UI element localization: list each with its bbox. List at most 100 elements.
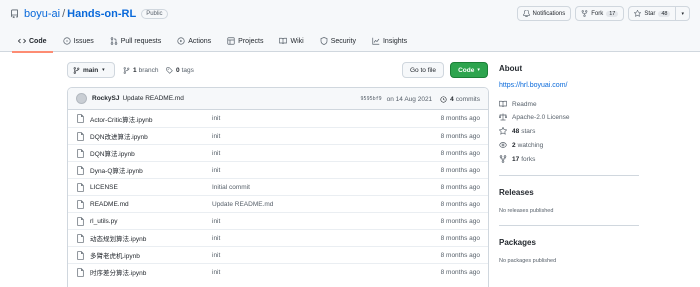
watchers-link[interactable]: 2 watching <box>499 141 543 149</box>
star-label: Star <box>644 10 656 17</box>
file-icon <box>77 132 84 141</box>
notifications-button[interactable]: Notifications <box>516 6 572 21</box>
about-heading: About <box>499 64 523 73</box>
branch-select-button[interactable]: main ▾ <box>67 62 115 78</box>
file-commit-message-link[interactable]: init <box>212 218 220 225</box>
go-to-file-button[interactable]: Go to file <box>402 62 444 78</box>
repo-name-link[interactable]: Hands-on-RL <box>67 8 136 20</box>
file-age: 8 months ago <box>440 115 480 122</box>
readme-link[interactable]: Readme <box>499 100 537 108</box>
star-icon <box>634 10 642 17</box>
file-commit-message-link[interactable]: init <box>212 235 220 242</box>
file-commit-message-link[interactable]: Update README.md <box>212 201 273 208</box>
branch-count: 1 <box>133 66 137 74</box>
repo-icon <box>11 9 18 19</box>
file-name-link[interactable]: Actor-Critic算法.ipynb <box>90 114 152 124</box>
star-icon <box>499 127 507 135</box>
avatar[interactable] <box>76 93 87 104</box>
file-commit-message-link[interactable]: init <box>212 150 220 157</box>
history-icon <box>440 95 447 103</box>
graph-icon <box>372 37 380 45</box>
branch-name: main <box>83 66 99 74</box>
stars-link[interactable]: 48 stars <box>499 127 535 135</box>
file-age: 8 months ago <box>440 217 480 225</box>
repo-tabs: Code Issues Pull requests Actions Projec… <box>10 30 415 53</box>
forks-link[interactable]: 17 forks <box>499 155 535 163</box>
readme-label: Readme <box>512 100 537 108</box>
file-name-link[interactable]: LICENSE <box>90 184 118 191</box>
tab-security[interactable]: Security <box>312 30 364 52</box>
shield-icon <box>320 37 328 45</box>
tag-word: tags <box>181 66 194 74</box>
fork-button[interactable]: Fork 17 <box>575 6 625 21</box>
file-commit-message-link[interactable]: init <box>212 269 220 276</box>
file-name-link[interactable]: DQN算法.ipynb <box>90 148 135 158</box>
branch-word: branch <box>138 66 159 74</box>
file-commit-message-link[interactable]: init <box>212 167 220 174</box>
file-name-link[interactable]: DQN改进算法.ipynb <box>90 131 148 141</box>
file-commit-message-link[interactable]: init <box>212 252 220 259</box>
caret-down-icon: ▾ <box>477 67 480 73</box>
license-link[interactable]: Apache-2.0 License <box>499 113 569 121</box>
packages-heading[interactable]: Packages <box>499 238 536 247</box>
file-age: 8 months ago <box>440 132 480 140</box>
commit-sha-link[interactable]: 9595bf9 <box>361 96 382 102</box>
file-list: Actor-Critic算法.ipynb init 8 months ago D… <box>68 110 488 280</box>
tab-wiki[interactable]: Wiki <box>271 30 311 52</box>
tag-count: 0 <box>176 66 180 74</box>
file-name-link[interactable]: README.md <box>90 201 129 208</box>
file-icon <box>77 234 84 243</box>
repo-owner-link[interactable]: boyu-ai <box>24 8 60 20</box>
file-name-link[interactable]: 动态规划算法.ipynb <box>90 233 146 243</box>
tab-issues[interactable]: Issues <box>55 30 102 52</box>
branches-link[interactable]: 1 branch <box>123 62 159 78</box>
file-name-link[interactable]: 多臂老虎机.ipynb <box>90 250 140 260</box>
file-icon <box>77 251 84 260</box>
tags-link[interactable]: 0 tags <box>166 62 194 78</box>
latest-commit-bar: RockySJ Update README.md 9595bf9 on 14 A… <box>68 88 488 110</box>
star-count: 48 <box>658 10 671 17</box>
commit-author-link[interactable]: RockySJ <box>92 95 119 102</box>
caret-down-icon: ▾ <box>102 67 105 73</box>
file-commit-message-link[interactable]: Initial commit <box>212 184 250 191</box>
file-commit-message-link[interactable]: init <box>212 115 220 122</box>
homepage-link[interactable]: https://hrl.boyuai.com/ <box>499 82 567 89</box>
commits-history-link[interactable]: 4 commits <box>440 96 480 103</box>
repo-header: boyu-ai / Hands-on-RL Public Notificatio… <box>0 0 700 53</box>
file-age: 8 months ago <box>440 149 480 157</box>
list-item: LICENSE Initial commit 8 months ago <box>68 178 488 195</box>
repo-actions: Notifications Fork 17 Star 48 ▾ <box>516 6 690 21</box>
divider <box>499 225 639 226</box>
code-dropdown-button[interactable]: Code ▾ <box>450 62 488 78</box>
fork-count: 17 <box>606 10 619 17</box>
file-age: 8 months ago <box>440 268 480 276</box>
branch-icon <box>73 66 80 74</box>
file-name-link[interactable]: Dyna-Q算法.ipynb <box>90 165 143 175</box>
list-item: DQN算法.ipynb init 8 months ago <box>68 144 488 161</box>
stars-word: stars <box>521 127 536 135</box>
releases-heading[interactable]: Releases <box>499 188 534 197</box>
branch-icon <box>123 66 130 74</box>
file-commit-message-link[interactable]: init <box>212 133 220 140</box>
file-name-link[interactable]: rl_utils.py <box>90 218 117 225</box>
list-item: README.md Update README.md 8 months ago <box>68 195 488 212</box>
caret-down-icon: ▾ <box>681 10 684 17</box>
commit-meta: 9595bf9 on 14 Aug 2021 4 commits <box>361 88 480 110</box>
tab-label: Issues <box>73 37 94 45</box>
tab-code[interactable]: Code <box>10 30 55 53</box>
tab-pull-requests[interactable]: Pull requests <box>102 30 169 52</box>
tab-insights[interactable]: Insights <box>364 30 415 52</box>
commit-word: commits <box>455 95 480 103</box>
list-item: 多臂老虎机.ipynb init 8 months ago <box>68 246 488 263</box>
star-dropdown-toggle[interactable]: ▾ <box>675 7 689 20</box>
file-name-link[interactable]: 时序差分算法.ipynb <box>90 267 146 277</box>
tab-actions[interactable]: Actions <box>169 30 219 52</box>
stars-count: 48 <box>512 127 520 135</box>
star-button[interactable]: Star 48 ▾ <box>628 6 690 21</box>
watching-word: watching <box>517 141 544 149</box>
tab-projects[interactable]: Projects <box>219 30 271 52</box>
file-icon <box>77 200 84 209</box>
commit-message-link[interactable]: Update README.md <box>122 95 183 102</box>
fork-icon <box>581 10 588 17</box>
tag-icon <box>166 66 173 74</box>
